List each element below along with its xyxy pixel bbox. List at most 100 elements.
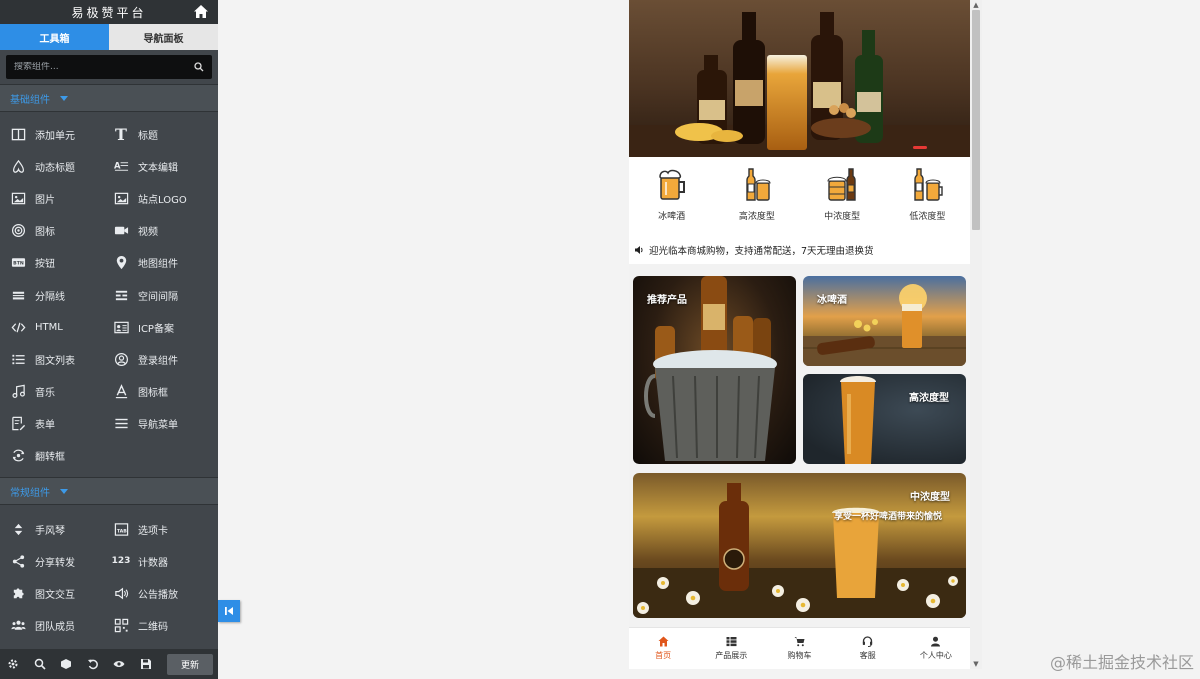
beer-banner-image: [629, 12, 970, 157]
search-icon[interactable]: [33, 657, 47, 671]
tab-profile[interactable]: 个人中心: [902, 628, 970, 669]
component-login[interactable]: 登录组件: [113, 343, 216, 375]
announcement-bar: 迎光临本商城购物，支持通常配送，7天无理由退换货: [629, 238, 970, 262]
component-music[interactable]: 音乐: [10, 376, 113, 408]
banner-carousel[interactable]: [629, 0, 970, 157]
search-box: [6, 55, 212, 79]
component-accordion[interactable]: 手风琴: [10, 513, 113, 545]
component-video[interactable]: 视频: [113, 215, 216, 247]
update-button[interactable]: 更新: [167, 653, 214, 675]
video-camera-icon: [113, 223, 129, 239]
grid-icon: [726, 637, 737, 647]
eye-icon[interactable]: [112, 657, 126, 671]
card-recommended-products[interactable]: 推荐产品: [633, 276, 796, 464]
home-icon: [658, 636, 669, 647]
tab-customer-service[interactable]: 客服: [834, 628, 902, 669]
mobile-preview: 冰啤酒 高浓度型 中浓度型 低浓度型 迎光临本商城购物，支持通常配送，7天无理由…: [629, 0, 970, 669]
tab-cart[interactable]: 购物车: [765, 628, 833, 669]
scroll-down-icon[interactable]: ▼: [972, 660, 980, 668]
cube-icon[interactable]: [59, 657, 73, 671]
component-icon-box[interactable]: 图标框: [113, 376, 216, 408]
tab-home[interactable]: 首页: [629, 628, 697, 669]
card-medium-strength[interactable]: 中浓度型 享受一杯好啤酒带来的愉悦: [633, 473, 966, 618]
component-button[interactable]: BTN 按钮: [10, 247, 113, 279]
music-icon: [10, 384, 26, 400]
section-title: 常规组件: [10, 487, 50, 499]
layout-column-icon: [10, 126, 26, 142]
qrcode-icon: [113, 617, 129, 633]
caret-down-icon: [60, 95, 68, 101]
category-nav: 冰啤酒 高浓度型 中浓度型 低浓度型: [629, 157, 970, 229]
person-icon: [931, 636, 941, 647]
card-title: 冰啤酒: [817, 295, 847, 306]
search-bar: [0, 50, 218, 84]
puzzle-icon: [10, 585, 26, 601]
component-html[interactable]: HTML: [10, 311, 113, 343]
panel-tabs: 工具箱 导航面板: [0, 24, 218, 50]
svg-text:TAB: TAB: [116, 528, 126, 534]
section-common-components[interactable]: 常规组件: [0, 477, 218, 506]
site-logo-icon: [113, 190, 129, 206]
component-search-input[interactable]: [14, 62, 194, 72]
component-nav-menu[interactable]: 导航菜单: [113, 408, 216, 440]
section-basic-components[interactable]: 基础组件: [0, 84, 218, 112]
basic-components-grid: 添加单元 T 标题 动态标题 A 文本编辑 图片 站点LOGO 图标 视频 BTN 按…: [0, 112, 218, 472]
component-panel: 易极赞平台 工具箱 导航面板 基础组件 添加单元 T标题 动态标题 A文本编辑 …: [0, 0, 218, 679]
list-icon: [10, 351, 26, 367]
card-title: 高浓度型: [909, 393, 949, 404]
panel-toolbar: 更新: [0, 649, 218, 679]
carousel-indicator[interactable]: [913, 146, 927, 149]
scroll-up-icon[interactable]: ▲: [972, 1, 980, 9]
collapse-panel-button[interactable]: [218, 600, 240, 622]
component-spacing[interactable]: 空间间隔: [113, 279, 216, 311]
category-high-strength[interactable]: 高浓度型: [714, 157, 799, 229]
save-icon[interactable]: [139, 657, 153, 671]
component-image-text-interaction[interactable]: 图文交互: [10, 577, 113, 609]
component-map[interactable]: 地图组件: [113, 247, 216, 279]
component-icon[interactable]: 图标: [10, 215, 113, 247]
card-title: 推荐产品: [647, 295, 687, 306]
preview-scrollbar[interactable]: ▲ ▼: [970, 0, 982, 669]
card-title: 中浓度型: [910, 492, 950, 503]
tab-toolbox[interactable]: 工具箱: [0, 24, 109, 50]
component-image-text-list[interactable]: 图文列表: [10, 343, 113, 375]
tab-navigation-panel[interactable]: 导航面板: [109, 24, 218, 50]
component-text-edit[interactable]: A 文本编辑: [113, 150, 216, 182]
svg-text:A: A: [114, 160, 121, 170]
flip-icon: [10, 448, 26, 464]
component-form[interactable]: 表单: [10, 408, 113, 440]
component-image[interactable]: 图片: [10, 182, 113, 214]
category-medium-strength[interactable]: 中浓度型: [800, 157, 885, 229]
search-icon[interactable]: [194, 62, 204, 72]
component-team-members[interactable]: 团队成员: [10, 609, 113, 641]
component-counter[interactable]: 123 计数器: [112, 545, 216, 577]
collapse-left-icon: [225, 607, 233, 615]
card-high-strength[interactable]: 高浓度型: [803, 374, 966, 464]
component-divider[interactable]: 分隔线: [10, 279, 113, 311]
hamburger-menu-icon: [113, 416, 129, 432]
component-tab[interactable]: TAB 选项卡: [113, 513, 216, 545]
component-icp[interactable]: ICP备案: [113, 311, 216, 343]
component-site-logo[interactable]: 站点LOGO: [113, 182, 216, 214]
card-cold-beer[interactable]: 冰啤酒: [803, 276, 966, 366]
component-title[interactable]: T 标题: [113, 118, 216, 150]
tab-products[interactable]: 产品展示: [697, 628, 765, 669]
watermark-text: @稀土掘金技术社区: [1049, 653, 1194, 672]
settings-icon[interactable]: [6, 657, 20, 671]
sunset-beer-image: [803, 284, 966, 366]
component-add-cell[interactable]: 添加单元: [10, 118, 113, 150]
svg-text:BTN: BTN: [13, 261, 24, 267]
category-low-strength[interactable]: 低浓度型: [885, 157, 970, 229]
undo-icon[interactable]: [86, 657, 100, 671]
home-icon[interactable]: [193, 4, 209, 20]
dynamic-title-icon: [10, 158, 26, 174]
component-qrcode[interactable]: 二维码: [113, 609, 216, 641]
headset-icon: [863, 636, 873, 647]
category-cold-beer[interactable]: 冰啤酒: [629, 157, 714, 229]
component-dynamic-title[interactable]: 动态标题: [10, 150, 113, 182]
component-flip-box[interactable]: 翻转框: [10, 440, 113, 472]
component-announcement[interactable]: 公告播放: [113, 577, 216, 609]
cart-icon: [794, 637, 805, 647]
scrollbar-thumb[interactable]: [972, 10, 980, 230]
component-share[interactable]: 分享转发: [10, 545, 113, 577]
